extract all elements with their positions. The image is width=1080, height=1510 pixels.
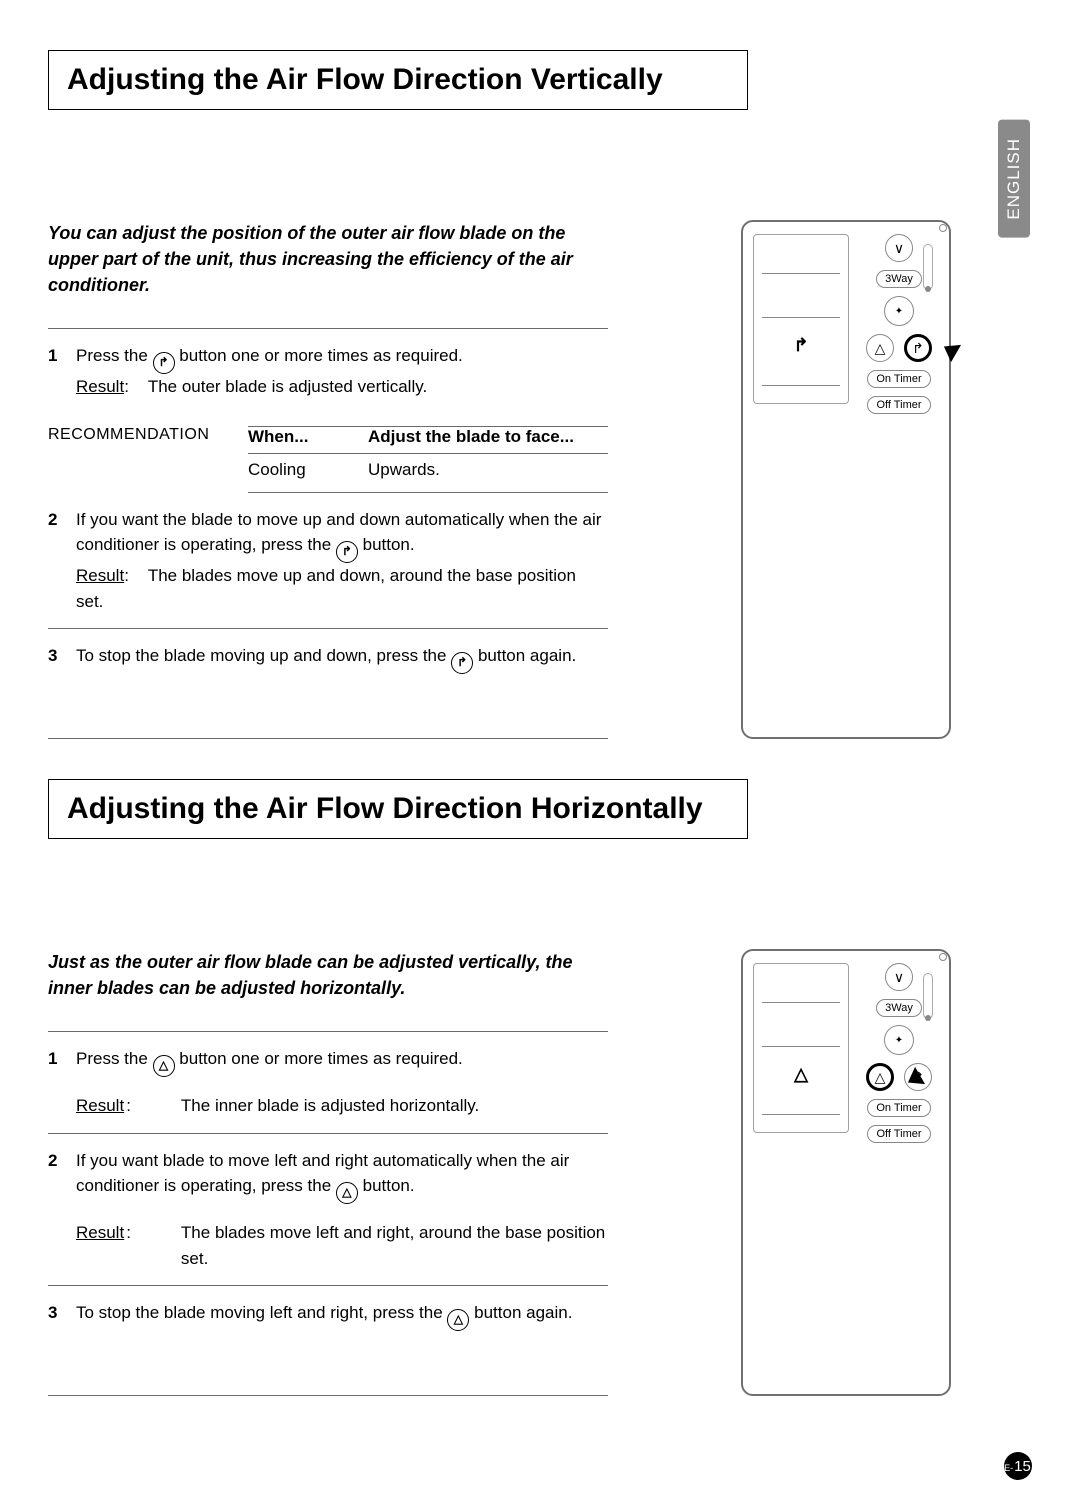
section2-step1: 1 Press the △ button one or more times a… [48, 1032, 608, 1133]
remote-diagram: △ ∨ 3Way ✦ △ ↱ On Timer Off Timer [741, 949, 951, 1396]
off-timer-button: Off Timer [867, 1125, 930, 1143]
power-lamp-icon [939, 953, 947, 961]
step-body: Press the ↱ button one or more times as … [76, 343, 608, 400]
section1-step3: 3 To stop the blade moving up and down, … [48, 629, 608, 688]
recommendation-label: RECOMMENDATION [48, 426, 248, 493]
step-text: If you want blade to move left and right… [76, 1151, 569, 1196]
table-cell-adjust: Upwards. [368, 460, 608, 480]
step-number: 3 [48, 1300, 76, 1331]
step-text: button. [363, 535, 415, 554]
step-number: 1 [48, 343, 76, 400]
table-header-when: When... [248, 427, 368, 447]
vertical-swing-icon: ↱ [336, 541, 358, 563]
step-body: Press the △ button one or more times as … [76, 1046, 608, 1119]
section2-left-column: Just as the outer air flow blade can be … [48, 949, 608, 1396]
step-body: To stop the blade moving up and down, pr… [76, 643, 608, 674]
divider [48, 1395, 608, 1396]
step-text: button again. [474, 1303, 572, 1322]
pointer-arrow-icon [939, 338, 961, 362]
step-text: Press the [76, 1049, 148, 1068]
section2-intro: Just as the outer air flow blade can be … [48, 949, 608, 1001]
horizontal-swing-button: △ [866, 334, 894, 362]
section1-left-column: You can adjust the position of the outer… [48, 220, 608, 739]
section2-step2: 2 If you want blade to move left and rig… [48, 1134, 608, 1286]
3way-button: 3Way [876, 270, 922, 288]
step-body: If you want blade to move left and right… [76, 1148, 608, 1272]
step-number: 1 [48, 1046, 76, 1119]
horizontal-swing-icon: △ [447, 1309, 469, 1331]
remote-lcd: ↱ [753, 234, 849, 404]
step-text: button one or more times as required. [179, 1049, 462, 1068]
step-text: button. [363, 1176, 415, 1195]
down-button: ∨ [885, 963, 913, 991]
table-header-adjust: Adjust the blade to face... [368, 427, 608, 447]
result-label: Result [76, 566, 124, 585]
recommendation-block: RECOMMENDATION When... Adjust the blade … [48, 414, 608, 493]
vertical-swing-icon: ↱ [153, 352, 175, 374]
section2-illustration: △ ∨ 3Way ✦ △ ↱ On Timer Off Timer [660, 949, 1032, 1396]
table-cell-when: Cooling [248, 460, 368, 480]
result-label: Result [76, 1220, 124, 1271]
on-timer-button: On Timer [867, 370, 930, 388]
result-text: The blades move up and down, around the … [76, 566, 576, 611]
step-body: To stop the blade moving left and right,… [76, 1300, 608, 1331]
document-page: ENGLISH Adjusting the Air Flow Direction… [0, 0, 1080, 1510]
page-number-value: 15 [1014, 1458, 1031, 1475]
horizontal-swing-icon: △ [336, 1182, 358, 1204]
step-text: To stop the blade moving up and down, pr… [76, 646, 446, 665]
step-number: 3 [48, 643, 76, 674]
step-text: button one or more times as required. [179, 346, 462, 365]
horizontal-swing-button: △ [866, 1063, 894, 1091]
section1-step1: 1 Press the ↱ button one or more times a… [48, 329, 608, 414]
mode-button: ✦ [884, 296, 914, 326]
section1-illustration: ↱ ∨ 3Way ✦ △ ↱ On Timer Off Timer [660, 220, 1032, 739]
step-number: 2 [48, 507, 76, 615]
vertical-swing-icon: ↱ [451, 652, 473, 674]
step-body: If you want the blade to move up and dow… [76, 507, 608, 615]
power-lamp-icon [939, 224, 947, 232]
3way-button: 3Way [876, 999, 922, 1017]
remote-diagram: ↱ ∨ 3Way ✦ △ ↱ On Timer Off Timer [741, 220, 951, 739]
remote-buttons: ∨ 3Way ✦ △ ↱ On Timer Off Timer [859, 963, 939, 1143]
section1-title: Adjusting the Air Flow Direction Vertica… [48, 50, 748, 110]
result-text: The outer blade is adjusted vertically. [148, 377, 427, 396]
vertical-swing-button: ↱ [904, 334, 932, 362]
mode-button: ✦ [884, 1025, 914, 1055]
result-label: Result [76, 1093, 124, 1119]
result-text: The blades move left and right, around t… [181, 1220, 608, 1271]
section1-content: You can adjust the position of the outer… [48, 220, 1032, 739]
language-tab: ENGLISH [998, 120, 1030, 238]
section2-title: Adjusting the Air Flow Direction Horizon… [48, 779, 748, 839]
divider [248, 492, 608, 493]
section1-intro: You can adjust the position of the outer… [48, 220, 608, 298]
result-label: Result [76, 377, 124, 396]
recommendation-table: When... Adjust the blade to face... Cool… [248, 426, 608, 493]
page-number: E-15 [1004, 1452, 1032, 1480]
page-prefix: E- [1004, 1463, 1013, 1473]
horizontal-swing-icon: △ [153, 1055, 175, 1077]
table-row: Cooling Upwards. [248, 454, 608, 492]
result-text: The inner blade is adjusted horizontally… [181, 1093, 479, 1119]
horizontal-swing-icon: △ [794, 1064, 808, 1085]
remote-buttons: ∨ 3Way ✦ △ ↱ On Timer Off Timer [859, 234, 939, 414]
step-number: 2 [48, 1148, 76, 1272]
section2-step3: 3 To stop the blade moving left and righ… [48, 1286, 608, 1345]
down-button: ∨ [885, 234, 913, 262]
table-header: When... Adjust the blade to face... [248, 427, 608, 453]
step-text: To stop the blade moving left and right,… [76, 1303, 443, 1322]
section2-content: Just as the outer air flow blade can be … [48, 949, 1032, 1396]
divider [48, 738, 608, 739]
section1-step2: 2 If you want the blade to move up and d… [48, 493, 608, 629]
vertical-swing-icon: ↱ [793, 335, 808, 356]
step-text: Press the [76, 346, 148, 365]
off-timer-button: Off Timer [867, 396, 930, 414]
on-timer-button: On Timer [867, 1099, 930, 1117]
remote-lcd: △ [753, 963, 849, 1133]
step-text: button again. [478, 646, 576, 665]
